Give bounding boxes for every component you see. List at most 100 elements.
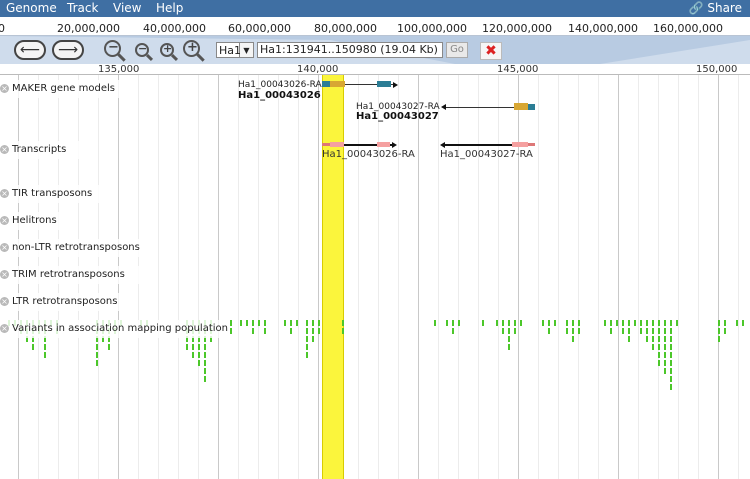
variant-mark[interactable]	[640, 328, 642, 334]
variant-mark[interactable]	[622, 328, 624, 334]
track-area[interactable]: Ha1_00043026-RA Ha1_00043026 Ha1_0004302…	[0, 75, 750, 479]
variant-mark[interactable]	[108, 344, 110, 350]
menu-genome[interactable]: Genome	[6, 1, 57, 15]
refseq-select[interactable]: Ha1	[216, 42, 241, 58]
variant-mark[interactable]	[658, 344, 660, 350]
variant-mark[interactable]	[610, 320, 612, 326]
variant-mark[interactable]	[670, 360, 672, 366]
variant-mark[interactable]	[514, 320, 516, 326]
track-label-variants[interactable]: × Variants in association mapping populat…	[0, 320, 228, 338]
gene2-utr[interactable]	[528, 104, 535, 110]
variant-mark[interactable]	[306, 336, 308, 342]
variant-mark[interactable]	[230, 320, 232, 326]
variant-mark[interactable]	[44, 344, 46, 350]
variant-mark[interactable]	[616, 320, 618, 326]
variant-mark[interactable]	[252, 320, 254, 326]
variant-mark[interactable]	[96, 360, 98, 366]
go-button[interactable]: Go	[446, 42, 468, 58]
variant-mark[interactable]	[658, 352, 660, 358]
pan-left-button[interactable]: ⟵	[14, 40, 46, 60]
track-label-transcripts[interactable]: × Transcripts	[0, 141, 88, 159]
variant-mark[interactable]	[670, 336, 672, 342]
variant-mark[interactable]	[452, 320, 454, 326]
variant-mark[interactable]	[548, 328, 550, 334]
variant-mark[interactable]	[192, 344, 194, 350]
variant-mark[interactable]	[658, 328, 660, 334]
variant-mark[interactable]	[724, 320, 726, 326]
variant-mark[interactable]	[204, 376, 206, 382]
variant-mark[interactable]	[572, 328, 574, 334]
variant-mark[interactable]	[742, 320, 744, 326]
variant-mark[interactable]	[258, 320, 260, 326]
variant-mark[interactable]	[452, 328, 454, 334]
variant-mark[interactable]	[572, 320, 574, 326]
variant-mark[interactable]	[290, 320, 292, 326]
variant-mark[interactable]	[514, 328, 516, 334]
variant-mark[interactable]	[622, 320, 624, 326]
transcript2-name[interactable]: Ha1_00043027-RA	[440, 149, 533, 160]
variant-mark[interactable]	[628, 328, 630, 334]
pan-right-button[interactable]: ⟶	[52, 40, 84, 60]
variant-mark[interactable]	[566, 320, 568, 326]
variant-mark[interactable]	[252, 328, 254, 334]
close-icon[interactable]: ×	[0, 242, 9, 252]
variant-mark[interactable]	[318, 320, 320, 326]
variant-mark[interactable]	[724, 328, 726, 334]
variant-mark[interactable]	[482, 320, 484, 326]
variant-mark[interactable]	[290, 328, 292, 334]
variant-mark[interactable]	[664, 352, 666, 358]
variant-mark[interactable]	[604, 320, 606, 326]
variant-mark[interactable]	[204, 368, 206, 374]
zoom-in-big-button[interactable]: +	[183, 40, 207, 62]
variant-mark[interactable]	[670, 328, 672, 334]
variant-mark[interactable]	[664, 328, 666, 334]
menu-help[interactable]: Help	[156, 1, 183, 15]
variant-mark[interactable]	[572, 336, 574, 342]
variant-mark[interactable]	[508, 336, 510, 342]
variant-mark[interactable]	[306, 352, 308, 358]
track-label-tir-transposons[interactable]: × TIR transposons	[0, 185, 108, 203]
variant-mark[interactable]	[296, 320, 298, 326]
close-icon[interactable]: ×	[0, 188, 9, 198]
variant-mark[interactable]	[670, 344, 672, 350]
variant-mark[interactable]	[658, 360, 660, 366]
variant-mark[interactable]	[664, 344, 666, 350]
variant-mark[interactable]	[312, 328, 314, 334]
menu-track[interactable]: Track	[67, 1, 98, 15]
close-icon[interactable]: ×	[0, 144, 9, 154]
track-label-non-ltr-retrotransposons[interactable]: × non-LTR retrotransposons	[0, 239, 158, 257]
track-label-trim-retrotransposons[interactable]: × TRIM retrotransposons	[0, 266, 144, 284]
zoom-out-big-button[interactable]: −	[104, 40, 128, 62]
track-label-helitrons[interactable]: × Helitrons	[0, 212, 78, 230]
variant-mark[interactable]	[548, 320, 550, 326]
variant-mark[interactable]	[508, 344, 510, 350]
variant-mark[interactable]	[652, 320, 654, 326]
variant-mark[interactable]	[240, 320, 242, 326]
variant-mark[interactable]	[566, 328, 568, 334]
variant-mark[interactable]	[312, 336, 314, 342]
variant-mark[interactable]	[542, 320, 544, 326]
variant-mark[interactable]	[230, 328, 232, 334]
track-label-ltr-retrotransposons[interactable]: × LTR retrotransposons	[0, 293, 136, 311]
variant-mark[interactable]	[652, 336, 654, 342]
variant-mark[interactable]	[204, 352, 206, 358]
variant-mark[interactable]	[736, 320, 738, 326]
variant-mark[interactable]	[312, 320, 314, 326]
variant-mark[interactable]	[446, 320, 448, 326]
transcript2-exon[interactable]	[512, 142, 528, 147]
variant-mark[interactable]	[434, 320, 436, 326]
track-label-maker-gene-models[interactable]: × MAKER gene models	[0, 80, 130, 98]
variant-mark[interactable]	[676, 320, 678, 326]
variant-mark[interactable]	[634, 320, 636, 326]
transcript1-name[interactable]: Ha1_00043026-RA	[322, 149, 415, 160]
variant-mark[interactable]	[502, 328, 504, 334]
variant-mark[interactable]	[578, 320, 580, 326]
chevron-down-icon[interactable]: ▼	[240, 42, 254, 58]
variant-mark[interactable]	[204, 360, 206, 366]
gene1-utr[interactable]	[322, 81, 330, 87]
variant-mark[interactable]	[508, 320, 510, 326]
variant-mark[interactable]	[718, 328, 720, 334]
menu-view[interactable]: View	[113, 1, 141, 15]
variant-mark[interactable]	[652, 328, 654, 334]
variant-mark[interactable]	[718, 320, 720, 326]
